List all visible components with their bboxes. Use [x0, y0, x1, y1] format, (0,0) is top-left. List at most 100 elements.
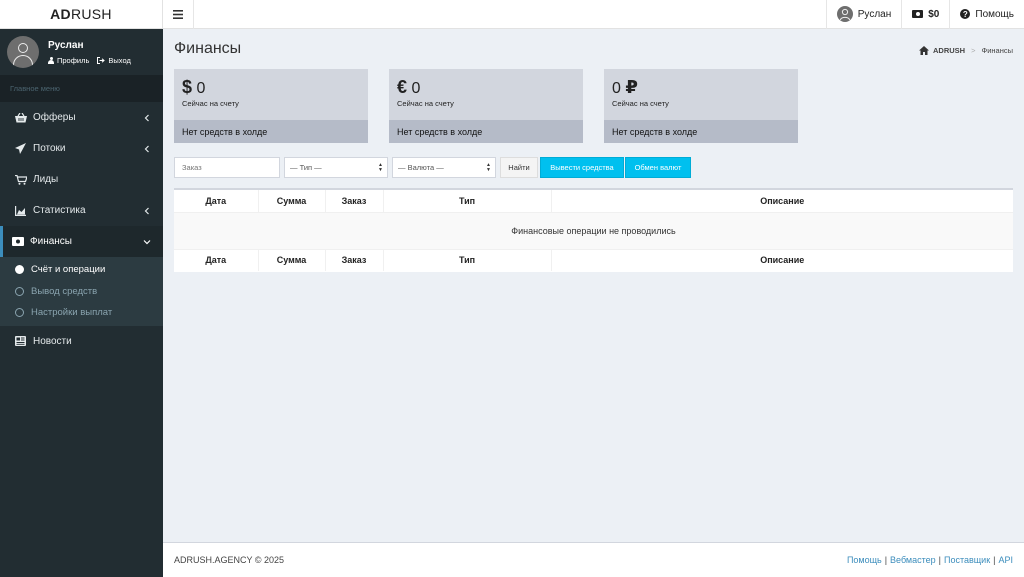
user-menu-name: Руслан — [857, 8, 892, 20]
submenu-item-account[interactable]: Счёт и операции — [0, 259, 163, 281]
withdraw-button[interactable]: Вывести средства — [540, 157, 624, 178]
balance-amount: 0 — [411, 80, 421, 97]
balance-subtitle: Сейчас на счету — [182, 99, 239, 108]
profile-link[interactable]: Профиль — [48, 56, 89, 65]
avatar — [7, 36, 39, 68]
sidebar-item-news[interactable]: Новости — [0, 326, 163, 357]
submenu-item-label: Счёт и операции — [31, 264, 106, 276]
footer-link-supplier[interactable]: Поставщик — [944, 555, 990, 565]
chevron-left-icon — [144, 114, 149, 121]
table-row: Финансовые операции не проводились — [174, 211, 1013, 250]
currency-symbol: $ — [182, 77, 193, 97]
balance-value: $0 — [928, 8, 940, 20]
hold-status: Нет средств в холде — [604, 120, 798, 143]
sidebar-item-label: Офферы — [33, 112, 76, 123]
sidebar-item-label: Финансы — [30, 236, 72, 247]
table-footer-row: Дата Сумма Заказ Тип Описание — [174, 249, 1013, 271]
main-content: Финансы ADRUSH > Финансы $ 0 Сейчас на с… — [163, 29, 1024, 542]
column-header-date[interactable]: Дата — [174, 190, 259, 212]
type-select[interactable]: — Тип — ▲ ▼ — [284, 157, 388, 178]
balance-menu[interactable]: $0 — [901, 0, 949, 29]
breadcrumb: ADRUSH > Финансы — [919, 46, 1013, 55]
column-header-order[interactable]: Заказ — [325, 190, 384, 212]
exchange-button[interactable]: Обмен валют — [625, 157, 691, 178]
submenu-item-label: Настройки выплат — [31, 307, 113, 319]
balance-card-rub: 0 ₽ Сейчас на счету Нет средств в холде — [604, 69, 798, 143]
find-button[interactable]: Найти — [500, 157, 538, 178]
sidebar: Руслан Профиль Выход Главное меню Офферы… — [0, 29, 163, 577]
breadcrumb-home[interactable]: ADRUSH — [933, 46, 965, 55]
user-avatar-icon — [836, 6, 853, 22]
sidebar-item-offers[interactable]: Офферы — [0, 102, 163, 133]
column-footer-order: Заказ — [325, 249, 384, 271]
navbar-right: Руслан $0 ? Помощь — [825, 0, 1024, 29]
brand-logo[interactable]: AD RUSH — [0, 0, 163, 29]
currency-select-value: — Валюта — — [398, 163, 444, 172]
submenu-item-payout-settings[interactable]: Настройки выплат — [0, 302, 163, 324]
sidebar-item-streams[interactable]: Потоки — [0, 133, 163, 164]
empty-message: Финансовые операции не проводились — [174, 211, 1013, 250]
area-chart-icon — [15, 205, 27, 216]
sidebar-item-finance[interactable]: Финансы — [0, 226, 163, 257]
user-menu[interactable]: Руслан — [825, 0, 901, 29]
type-select-value: — Тип — — [290, 163, 322, 172]
balance-subtitle: Сейчас на счету — [397, 99, 454, 108]
sidebar-item-leads[interactable]: Лиды — [0, 164, 163, 195]
breadcrumb-home-label: ADRUSH — [933, 46, 966, 55]
help-label: Помощь — [975, 8, 1014, 20]
column-footer-description: Описание — [760, 255, 805, 266]
money-icon — [12, 237, 24, 246]
help-menu[interactable]: ? Помощь — [949, 0, 1024, 29]
chevron-left-icon — [144, 145, 149, 152]
cart-icon — [15, 174, 27, 185]
sidebar-user-name: Руслан — [48, 39, 84, 51]
sidebar-item-statistics[interactable]: Статистика — [0, 195, 163, 226]
footer-link-webmaster[interactable]: Вебмастер — [890, 555, 936, 565]
user-icon — [48, 56, 54, 64]
money-icon — [912, 10, 924, 18]
sidebar-header: Главное меню — [0, 75, 163, 102]
operations-table: Дата Сумма Заказ Тип Описание Финансовые… — [174, 190, 1013, 271]
submenu-item-label: Вывод средств — [31, 285, 98, 297]
basket-icon — [15, 112, 27, 123]
footer-separator: | — [993, 555, 996, 565]
sign-out-icon — [97, 56, 106, 64]
column-header-description[interactable]: Описание — [551, 190, 1013, 212]
hamburger-icon — [173, 9, 183, 19]
hold-status: Нет средств в холде — [389, 120, 583, 143]
footer-links: Помощь | Вебмастер | Поставщик | API — [847, 555, 1013, 565]
balance-card-eur: € 0 Сейчас на счету Нет средств в холде — [389, 69, 583, 143]
currency-symbol: € — [397, 77, 408, 97]
footer-copyright: ADRUSH.AGENCY © 2025 — [174, 555, 285, 565]
brand-logo-bold: AD — [50, 6, 71, 22]
order-search-input[interactable] — [174, 157, 280, 178]
currency-select[interactable]: — Валюта — ▲ ▼ — [392, 157, 496, 178]
submenu-item-withdraw[interactable]: Вывод средств — [0, 281, 163, 303]
select-arrows-icon: ▲ ▼ — [378, 162, 383, 173]
sidebar-toggle-button[interactable] — [163, 0, 194, 29]
currency-symbol: ₽ — [625, 77, 638, 97]
page-footer: ADRUSH.AGENCY © 2025 Помощь | Вебмастер … — [163, 542, 1024, 577]
balance-subtitle: Сейчас на счету — [612, 99, 669, 108]
sidebar-item-label: Статистика — [33, 205, 86, 216]
column-footer-amount: Сумма — [258, 249, 326, 271]
page-title: Финансы — [174, 40, 242, 57]
balance-card-usd: $ 0 Сейчас на счету Нет средств в холде — [174, 69, 368, 143]
top-navbar: Руслан $0 ? Помощь — [163, 0, 1024, 29]
sidebar-item-label: Потоки — [33, 143, 66, 154]
footer-link-help[interactable]: Помощь — [847, 555, 882, 565]
column-header-amount[interactable]: Сумма — [258, 190, 326, 212]
logout-link[interactable]: Выход — [97, 55, 131, 65]
balance-cards: $ 0 Сейчас на счету Нет средств в холде … — [174, 69, 798, 143]
column-footer-type: Тип — [383, 249, 552, 271]
logout-link-label: Выход — [108, 55, 131, 65]
footer-link-api[interactable]: API — [998, 555, 1013, 565]
paper-plane-icon — [15, 143, 27, 154]
chevron-down-icon — [143, 239, 151, 244]
newspaper-icon — [15, 336, 27, 346]
select-arrows-icon: ▲ ▼ — [486, 162, 491, 173]
breadcrumb-separator: > — [971, 46, 976, 55]
hold-status: Нет средств в холде — [174, 120, 368, 143]
circle-filled-icon — [15, 265, 24, 275]
column-header-type[interactable]: Тип — [383, 190, 552, 212]
